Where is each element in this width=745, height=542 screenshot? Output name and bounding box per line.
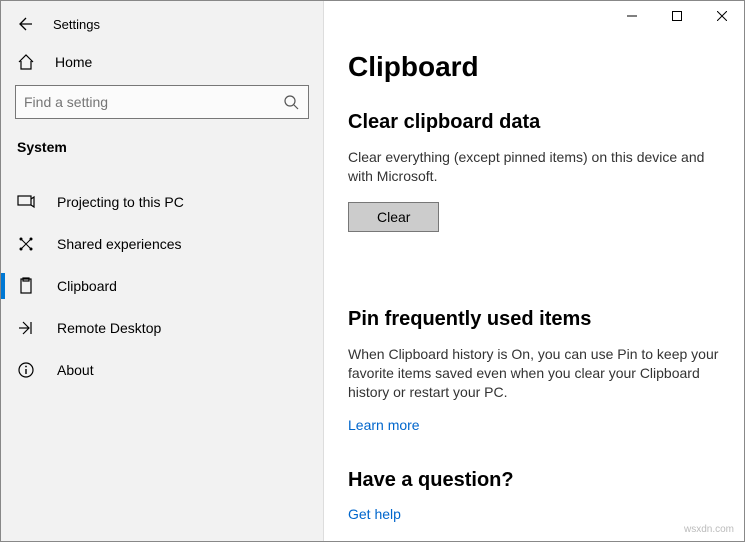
- search-input[interactable]: [24, 94, 282, 110]
- projecting-icon: [17, 193, 35, 211]
- home-nav[interactable]: Home: [1, 45, 323, 85]
- info-icon: [17, 361, 35, 379]
- pin-description: When Clipboard history is On, you can us…: [348, 345, 720, 402]
- pin-section: Pin frequently used items When Clipboard…: [348, 308, 720, 434]
- question-heading: Have a question?: [348, 469, 720, 492]
- page-title: Clipboard: [348, 51, 720, 83]
- content-pane: Clipboard Clear clipboard data Clear eve…: [324, 1, 744, 541]
- section-label: System: [1, 135, 323, 163]
- nav-label: Remote Desktop: [57, 320, 161, 336]
- clear-button[interactable]: Clear: [348, 202, 439, 232]
- clear-heading: Clear clipboard data: [348, 111, 720, 134]
- close-button[interactable]: [699, 1, 744, 31]
- home-icon: [17, 53, 35, 71]
- app-title: Settings: [53, 17, 100, 32]
- search-icon: [282, 93, 300, 111]
- nav-about[interactable]: About: [1, 349, 323, 391]
- settings-window: Settings Home System Projecting to this …: [0, 0, 745, 542]
- clipboard-icon: [17, 277, 35, 295]
- remote-icon: [17, 319, 35, 337]
- watermark: wsxdn.com: [684, 524, 734, 535]
- shared-icon: [17, 235, 35, 253]
- learn-more-link[interactable]: Learn more: [348, 417, 420, 433]
- back-button[interactable]: [15, 15, 33, 33]
- nav-label: Clipboard: [57, 278, 117, 294]
- nav-projecting[interactable]: Projecting to this PC: [1, 181, 323, 223]
- home-label: Home: [55, 54, 92, 70]
- nav-label: Projecting to this PC: [57, 194, 184, 210]
- sidebar: Settings Home System Projecting to this …: [1, 1, 324, 541]
- nav-remote-desktop[interactable]: Remote Desktop: [1, 307, 323, 349]
- question-section: Have a question? Get help: [348, 469, 720, 522]
- nav-label: Shared experiences: [57, 236, 182, 252]
- nav-clipboard[interactable]: Clipboard: [1, 265, 323, 307]
- clear-section: Clear clipboard data Clear everything (e…: [348, 111, 720, 272]
- window-controls: [609, 1, 744, 31]
- nav-label: About: [57, 362, 94, 378]
- minimize-button[interactable]: [609, 1, 654, 31]
- get-help-link[interactable]: Get help: [348, 506, 401, 522]
- nav-shared-experiences[interactable]: Shared experiences: [1, 223, 323, 265]
- pin-heading: Pin frequently used items: [348, 308, 720, 331]
- titlebar: Settings: [1, 11, 323, 45]
- search-box[interactable]: [15, 85, 309, 119]
- clear-description: Clear everything (except pinned items) o…: [348, 148, 720, 186]
- nav-list: Projecting to this PC Shared experiences…: [1, 181, 323, 391]
- maximize-button[interactable]: [654, 1, 699, 31]
